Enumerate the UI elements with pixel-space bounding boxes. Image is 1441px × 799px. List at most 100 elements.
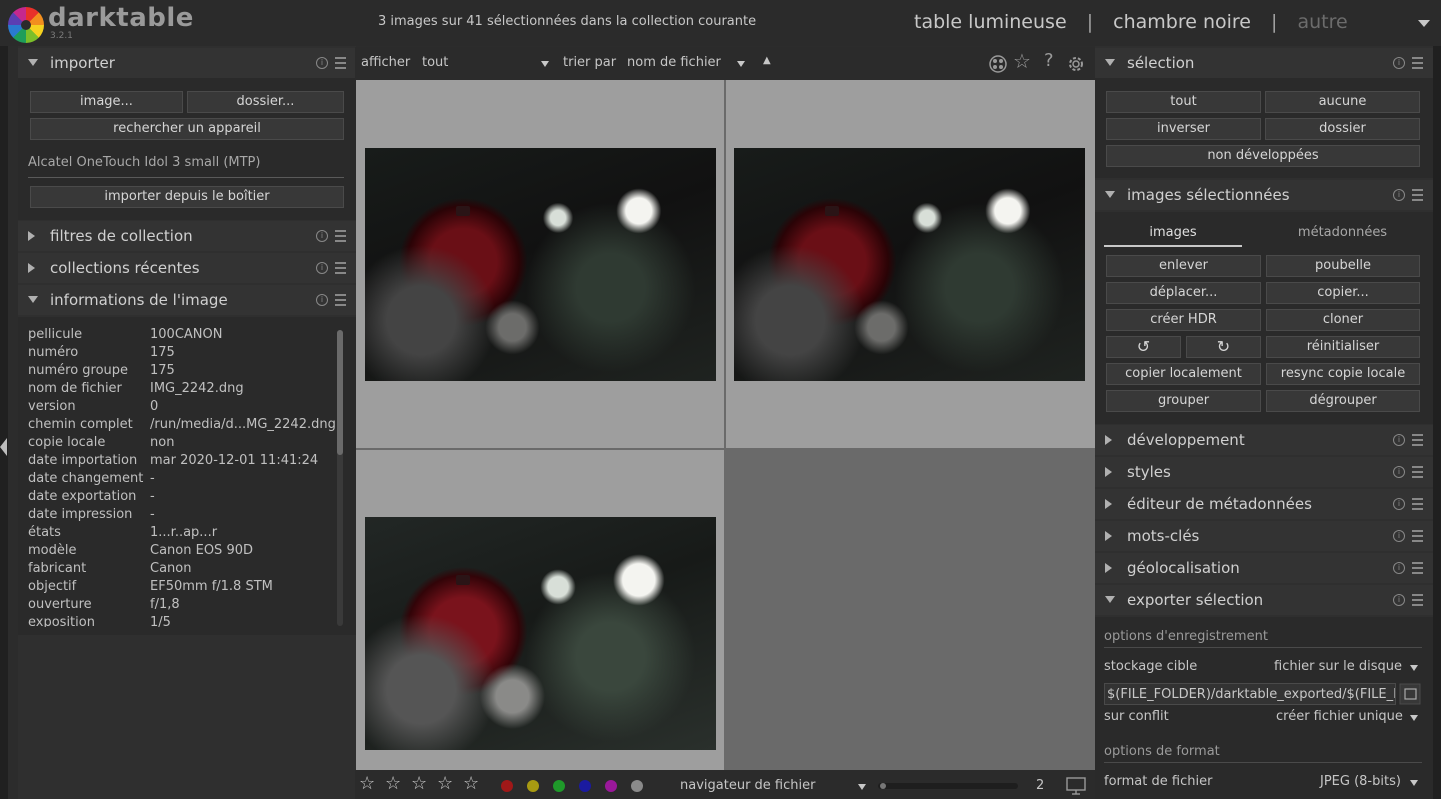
- import-image-button[interactable]: image...: [30, 91, 183, 113]
- module-export-header[interactable]: exporter sélection i: [1095, 585, 1433, 615]
- info-icon[interactable]: i: [1393, 466, 1405, 478]
- color-label-purple[interactable]: [605, 780, 617, 792]
- chevron-down-icon[interactable]: [858, 784, 866, 790]
- file-format-select[interactable]: JPEG (8-bits): [1320, 774, 1401, 789]
- color-grading-icon[interactable]: [988, 54, 1008, 74]
- info-icon[interactable]: i: [1393, 434, 1405, 446]
- right-panel-collapse-bar[interactable]: [1433, 46, 1441, 799]
- image-thumbnail[interactable]: [734, 148, 1085, 381]
- info-icon[interactable]: i: [1393, 498, 1405, 510]
- chevron-down-icon[interactable]: [1410, 665, 1418, 671]
- presets-menu-icon[interactable]: [335, 230, 346, 242]
- select-untouched-button[interactable]: non développées: [1106, 145, 1420, 167]
- folder-browse-icon[interactable]: [1399, 683, 1421, 705]
- chevron-down-icon[interactable]: [1410, 715, 1418, 721]
- presets-menu-icon[interactable]: [1412, 498, 1423, 510]
- info-icon[interactable]: i: [316, 294, 328, 306]
- presets-menu-icon[interactable]: [1412, 530, 1423, 542]
- module-tagging-header[interactable]: mots-clés i: [1095, 521, 1433, 551]
- color-label-red[interactable]: [501, 780, 513, 792]
- rating-star-4-icon[interactable]: ☆: [437, 773, 453, 794]
- reset-button[interactable]: réinitialiser: [1266, 336, 1420, 358]
- chevron-down-icon[interactable]: [541, 61, 549, 67]
- info-scrollbar[interactable]: [337, 330, 343, 626]
- zoom-slider-handle[interactable]: [880, 783, 886, 789]
- rating-star-5-icon[interactable]: ☆: [463, 773, 479, 794]
- select-all-button[interactable]: tout: [1106, 91, 1261, 113]
- color-label-gray[interactable]: [631, 780, 643, 792]
- view-other[interactable]: autre: [1298, 11, 1348, 33]
- rotate-ccw-button[interactable]: ↺: [1106, 336, 1181, 358]
- module-metadata-editor-header[interactable]: éditeur de métadonnées i: [1095, 489, 1433, 519]
- info-icon[interactable]: i: [1393, 57, 1405, 69]
- gear-icon[interactable]: [1066, 54, 1086, 74]
- create-hdr-button[interactable]: créer HDR: [1106, 309, 1261, 331]
- remove-button[interactable]: enlever: [1106, 255, 1261, 277]
- select-none-button[interactable]: aucune: [1265, 91, 1420, 113]
- presets-menu-icon[interactable]: [1412, 189, 1423, 201]
- scan-devices-button[interactable]: rechercher un appareil: [30, 118, 344, 140]
- presets-menu-icon[interactable]: [1412, 466, 1423, 478]
- zoom-value[interactable]: 2: [1036, 778, 1044, 793]
- group-button[interactable]: grouper: [1106, 390, 1261, 412]
- move-button[interactable]: déplacer...: [1106, 282, 1261, 304]
- module-history-stack-header[interactable]: développement i: [1095, 425, 1433, 455]
- presets-menu-icon[interactable]: [335, 262, 346, 274]
- thumbnail-cell[interactable]: [356, 450, 724, 770]
- filter-select[interactable]: tout: [422, 55, 448, 70]
- image-thumbnail[interactable]: [365, 148, 716, 381]
- thumbnail-cell[interactable]: [356, 80, 724, 448]
- info-icon[interactable]: i: [1393, 562, 1405, 574]
- scrollbar-thumb[interactable]: [337, 330, 343, 455]
- export-path-field[interactable]: [1104, 683, 1396, 705]
- presets-menu-icon[interactable]: [1412, 562, 1423, 574]
- module-recent-collections-header[interactable]: collections récentes i: [18, 253, 356, 283]
- copy-button[interactable]: copier...: [1266, 282, 1420, 304]
- module-styles-header[interactable]: styles i: [1095, 457, 1433, 487]
- info-icon[interactable]: i: [316, 262, 328, 274]
- select-folder-button[interactable]: dossier: [1265, 118, 1420, 140]
- layout-select[interactable]: navigateur de fichier: [680, 778, 815, 793]
- info-icon[interactable]: i: [1393, 530, 1405, 542]
- collapse-left-arrow-icon[interactable]: [0, 438, 7, 456]
- ungroup-button[interactable]: dégrouper: [1266, 390, 1420, 412]
- trash-button[interactable]: poubelle: [1266, 255, 1420, 277]
- star-icon[interactable]: ☆: [1013, 49, 1031, 73]
- module-geotagging-header[interactable]: géolocalisation i: [1095, 553, 1433, 583]
- info-icon[interactable]: i: [1393, 189, 1405, 201]
- target-storage-select[interactable]: fichier sur le disque: [1274, 659, 1402, 674]
- rating-star-2-icon[interactable]: ☆: [385, 773, 401, 794]
- module-selection-header[interactable]: sélection i: [1095, 48, 1433, 78]
- view-lighttable[interactable]: table lumineuse: [914, 11, 1067, 33]
- import-from-camera-button[interactable]: importer depuis le boîtier: [30, 186, 344, 208]
- image-thumbnail[interactable]: [365, 517, 716, 750]
- tab-images[interactable]: images: [1104, 225, 1242, 247]
- views-dropdown-icon[interactable]: [1418, 20, 1430, 27]
- module-importer-header[interactable]: importer i: [18, 48, 356, 78]
- zoom-slider[interactable]: [878, 783, 1018, 789]
- thumbnail-cell[interactable]: [726, 80, 1095, 448]
- display-profile-icon[interactable]: [1066, 776, 1086, 796]
- color-label-yellow[interactable]: [527, 780, 539, 792]
- color-label-blue[interactable]: [579, 780, 591, 792]
- presets-menu-icon[interactable]: [1412, 57, 1423, 69]
- module-collection-filters-header[interactable]: filtres de collection i: [18, 221, 356, 251]
- chevron-down-icon[interactable]: [1410, 780, 1418, 786]
- module-selected-images-header[interactable]: images sélectionnées i: [1095, 180, 1433, 210]
- invert-selection-button[interactable]: inverser: [1106, 118, 1261, 140]
- left-panel-collapse-bar[interactable]: [0, 46, 8, 799]
- help-icon[interactable]: ?: [1044, 50, 1054, 71]
- import-folder-button[interactable]: dossier...: [187, 91, 344, 113]
- rating-star-3-icon[interactable]: ☆: [411, 773, 427, 794]
- tab-metadata[interactable]: métadonnées: [1265, 225, 1420, 240]
- info-icon[interactable]: i: [316, 57, 328, 69]
- presets-menu-icon[interactable]: [335, 57, 346, 69]
- sort-direction-toggle[interactable]: ▲: [763, 55, 771, 66]
- module-image-info-header[interactable]: informations de l'image i: [18, 285, 356, 315]
- rotate-cw-button[interactable]: ↻: [1186, 336, 1261, 358]
- info-icon[interactable]: i: [1393, 594, 1405, 606]
- duplicate-button[interactable]: cloner: [1266, 309, 1420, 331]
- on-conflict-select[interactable]: créer fichier unique: [1276, 709, 1403, 724]
- presets-menu-icon[interactable]: [1412, 594, 1423, 606]
- info-icon[interactable]: i: [316, 230, 328, 242]
